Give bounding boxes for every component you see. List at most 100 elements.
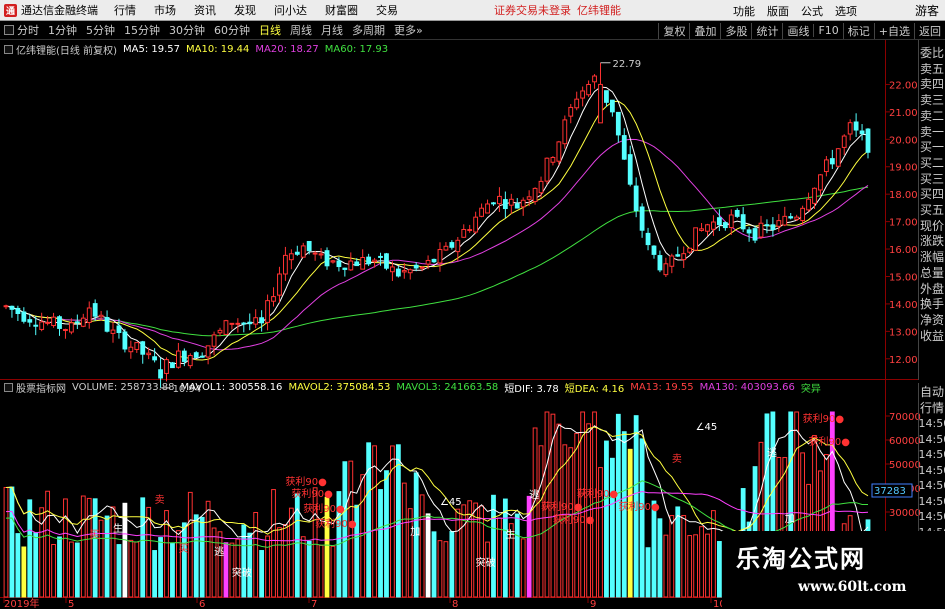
legend-ma130: MA130: 403093.66 <box>699 381 795 393</box>
candle-body <box>68 322 74 333</box>
candle-body <box>128 346 134 353</box>
side-tab-16[interactable]: 换手 <box>919 297 945 313</box>
side-tab-18[interactable]: 收益 <box>919 329 945 345</box>
candle-body <box>27 319 33 323</box>
volume-bar <box>80 495 86 598</box>
volume-bar <box>193 514 199 598</box>
candle-body <box>146 352 152 356</box>
volume-bar <box>39 507 45 598</box>
candle-body <box>235 322 241 325</box>
volume-bar <box>705 533 710 598</box>
volume-bar <box>241 524 247 598</box>
watermark: 乐淘公式网 www.60lt.com <box>722 531 945 609</box>
side-tab-7[interactable]: 买二 <box>919 156 945 172</box>
candle-body <box>693 227 699 251</box>
candle-body <box>812 187 817 204</box>
side-tab-3[interactable]: 卖三 <box>919 93 945 109</box>
tick-tab-1[interactable]: 行情 <box>919 401 945 417</box>
volume-bar <box>288 507 294 598</box>
sublegend-toggle[interactable] <box>4 382 13 392</box>
volume-tick-label: 70000 <box>889 412 921 423</box>
side-tab-4[interactable]: 卖二 <box>919 109 945 125</box>
signal-add-label: 加 <box>785 513 795 525</box>
signal-breakout-label: 突破 <box>476 556 496 569</box>
candle-body <box>657 255 663 271</box>
mavol2-line <box>5 426 869 535</box>
candle-body <box>705 224 710 232</box>
signal-escape-label: 逃 <box>767 446 777 459</box>
volume-bar <box>520 538 526 598</box>
side-tab-13[interactable]: 涨幅 <box>919 250 945 266</box>
legend-ma20: MA20: 18.27 <box>255 43 319 55</box>
candle-body <box>199 355 205 358</box>
candle-body <box>633 185 639 212</box>
candle-body <box>711 221 716 230</box>
signal-buy-label: 买 <box>178 543 188 555</box>
side-tab-14[interactable]: 总量 <box>919 266 945 282</box>
candle-body <box>800 207 806 222</box>
volume-bar <box>247 532 253 598</box>
volume-bar <box>187 491 193 598</box>
volume-bar <box>277 527 282 598</box>
volume-bar <box>461 504 467 598</box>
candle-body <box>176 350 181 368</box>
tick-tab-0[interactable]: 自动 <box>919 385 945 401</box>
kline-chart[interactable]: 22.00 21.00 20.00 19.00 18.00 17.00 16.00 15.00… <box>0 0 945 609</box>
side-tab-0[interactable]: 委比 <box>919 46 945 62</box>
candle-body <box>853 121 859 131</box>
volume-bar <box>86 497 92 598</box>
watermark-url: www.60lt.com <box>798 579 907 595</box>
candle-body <box>835 148 841 167</box>
candle-body <box>86 307 92 323</box>
volume-bar <box>627 448 633 598</box>
side-tab-15[interactable]: 外盘 <box>919 282 945 298</box>
candle-body <box>318 253 324 256</box>
candle-body <box>164 359 169 374</box>
candle-body <box>645 232 651 246</box>
candle-body <box>288 253 294 261</box>
candle-body <box>865 128 871 153</box>
candle-body <box>140 341 146 355</box>
candle-body <box>722 222 728 229</box>
candle-body <box>259 317 265 324</box>
volume-bar <box>21 546 27 598</box>
candle-body <box>502 199 508 210</box>
side-tab-6[interactable]: 买一 <box>919 140 945 156</box>
candle-body <box>544 157 550 182</box>
candle-body <box>455 239 461 253</box>
side-tab-1[interactable]: 卖五 <box>919 62 945 78</box>
candle-body <box>205 345 211 358</box>
side-tab-5[interactable]: 卖一 <box>919 125 945 141</box>
signal-profit-label: 获利90● <box>809 436 851 448</box>
side-tab-17[interactable]: 净资 <box>919 313 945 329</box>
candle-body <box>271 296 276 302</box>
signal-profit-label: 获利90● <box>303 503 345 515</box>
volume-bar <box>74 542 80 598</box>
candle-body <box>770 224 776 231</box>
volume-bar <box>265 535 270 598</box>
side-tab-2[interactable]: 卖四 <box>919 77 945 93</box>
candle-body <box>687 247 693 253</box>
candle-body <box>110 329 116 334</box>
volume-bar <box>425 513 431 598</box>
side-tab-11[interactable]: 现价 <box>919 219 945 235</box>
volume-bar <box>253 511 259 598</box>
price-tick-label: 15.00 <box>889 272 918 283</box>
candle-body <box>413 264 419 269</box>
candle-body <box>621 135 627 160</box>
volume-bar <box>176 530 181 598</box>
candle-body <box>859 130 865 135</box>
candle-body <box>336 260 342 268</box>
legend-toggle[interactable] <box>4 44 13 54</box>
candle-body <box>152 356 158 361</box>
side-tab-9[interactable]: 买四 <box>919 187 945 203</box>
volume-bar <box>651 500 657 598</box>
candle-body <box>39 321 45 330</box>
candle-body <box>360 256 366 270</box>
side-tab-12[interactable]: 涨跌 <box>919 234 945 250</box>
candle-body <box>306 240 312 252</box>
side-tab-10[interactable]: 买五 <box>919 203 945 219</box>
price-tick-label: 19.00 <box>889 163 918 174</box>
side-tab-8[interactable]: 买三 <box>919 172 945 188</box>
signal-profit-label: 获利90● <box>291 488 333 500</box>
